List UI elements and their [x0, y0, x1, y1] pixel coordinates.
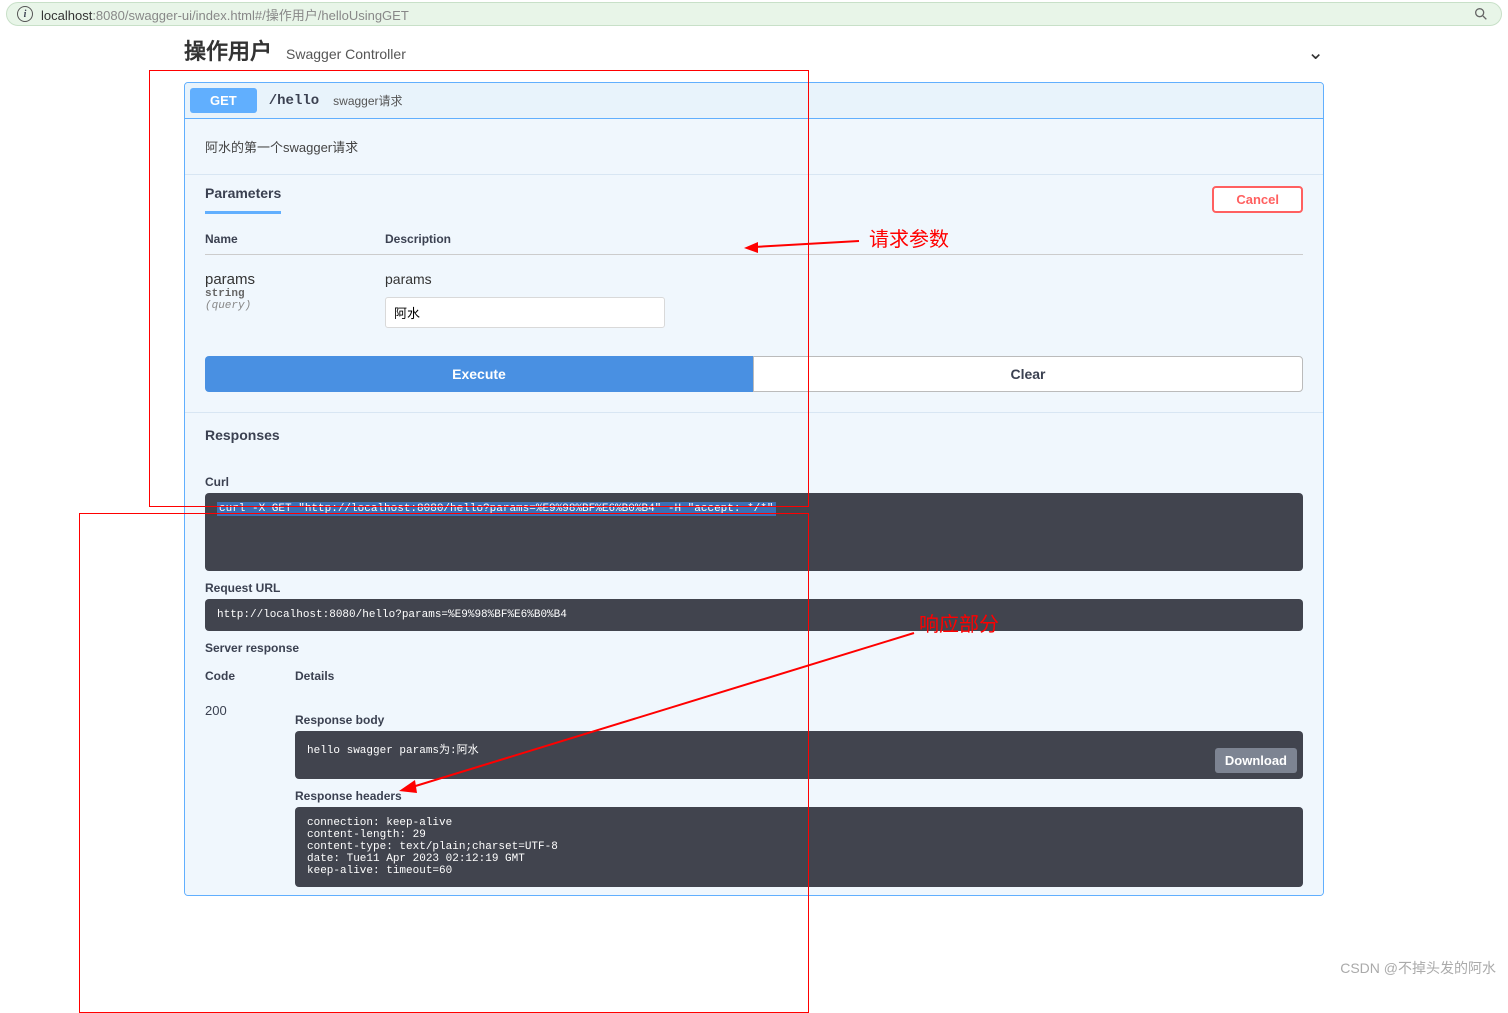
- server-response-label: Server response: [205, 641, 1303, 655]
- responses-title: Responses: [185, 412, 1323, 457]
- watermark: CSDN @不掉头发的阿水: [1340, 958, 1496, 978]
- request-url-text: http://localhost:8080/hello?params=%E9%9…: [217, 609, 567, 621]
- info-icon: i: [17, 6, 33, 22]
- response-body-label: Response body: [295, 713, 1303, 727]
- cancel-button[interactable]: Cancel: [1212, 186, 1303, 213]
- download-button[interactable]: Download: [1215, 748, 1297, 773]
- param-name: params: [205, 271, 385, 288]
- details-header: Details: [295, 669, 334, 683]
- operation-path: /hello: [269, 93, 319, 109]
- operation-block: GET /hello swagger请求 阿水的第一个swagger请求 Par…: [184, 82, 1324, 896]
- response-headers-block[interactable]: connection: keep-alive content-length: 2…: [295, 807, 1303, 887]
- method-badge: GET: [190, 88, 257, 113]
- response-body-block[interactable]: hello swagger params为:阿水 Download: [295, 731, 1303, 779]
- operation-description: 阿水的第一个swagger请求: [185, 119, 1323, 175]
- tag-name: 操作用户: [184, 34, 272, 66]
- execute-button[interactable]: Execute: [205, 356, 753, 392]
- request-url-block[interactable]: http://localhost:8080/hello?params=%E9%9…: [205, 599, 1303, 631]
- param-description-text: params: [385, 271, 665, 287]
- operation-summary[interactable]: GET /hello swagger请求: [185, 83, 1323, 119]
- param-row: params string (query) params: [205, 255, 1303, 356]
- request-url-label: Request URL: [205, 581, 1303, 595]
- param-type: string: [205, 288, 385, 300]
- param-in: (query): [205, 300, 385, 312]
- response-code: 200: [205, 703, 295, 887]
- operation-summary-text: swagger请求: [333, 92, 402, 109]
- zoom-icon[interactable]: [1471, 4, 1491, 24]
- address-bar[interactable]: i localhost:8080/swagger-ui/index.html#/…: [6, 2, 1502, 26]
- curl-command: curl -X GET "http://localhost:8080/hello…: [217, 502, 776, 516]
- tag-description: Swagger Controller: [286, 46, 406, 62]
- clear-button[interactable]: Clear: [753, 356, 1303, 392]
- response-headers-label: Response headers: [295, 789, 1303, 803]
- response-body-text: hello swagger params为:阿水: [307, 745, 479, 757]
- parameters-title: Parameters: [205, 185, 281, 214]
- chevron-down-icon: ⌄: [1307, 40, 1324, 65]
- tag-header[interactable]: 操作用户 Swagger Controller ⌄: [184, 28, 1324, 72]
- curl-block[interactable]: curl -X GET "http://localhost:8080/hello…: [205, 493, 1303, 571]
- param-input[interactable]: [385, 297, 665, 328]
- code-header: Code: [205, 669, 295, 683]
- param-col-description: Description: [385, 232, 451, 246]
- response-headers-text: connection: keep-alive content-length: 2…: [307, 817, 1291, 877]
- url-text: localhost:8080/swagger-ui/index.html#/操作…: [41, 5, 1471, 24]
- curl-label: Curl: [205, 475, 1303, 489]
- param-col-name: Name: [205, 232, 385, 246]
